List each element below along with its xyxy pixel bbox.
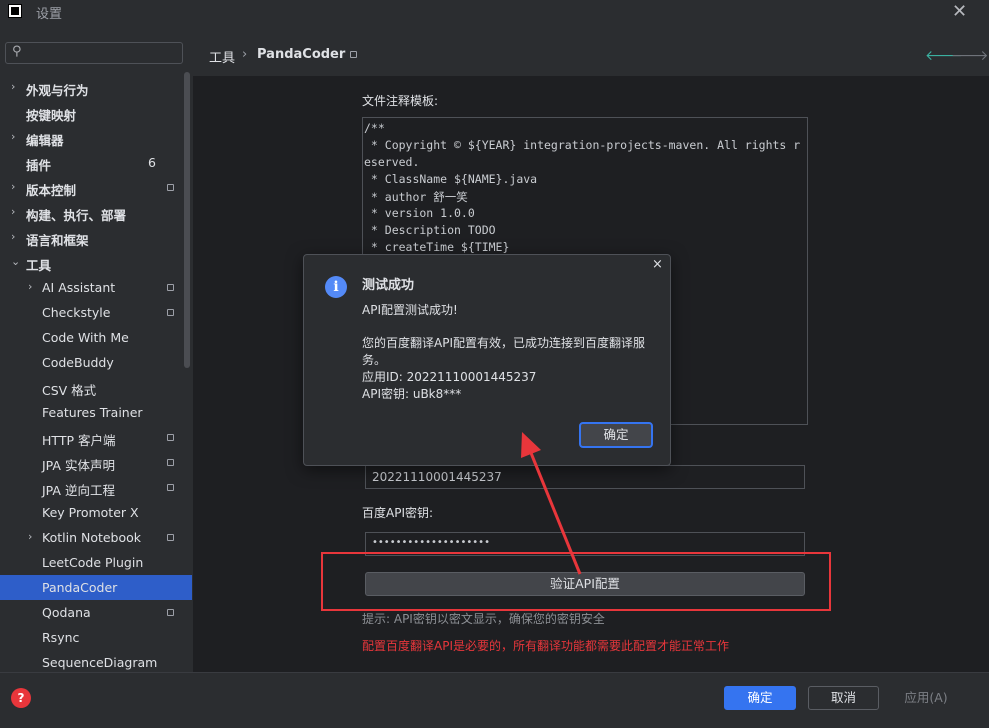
annotation-arrow [521, 432, 582, 575]
